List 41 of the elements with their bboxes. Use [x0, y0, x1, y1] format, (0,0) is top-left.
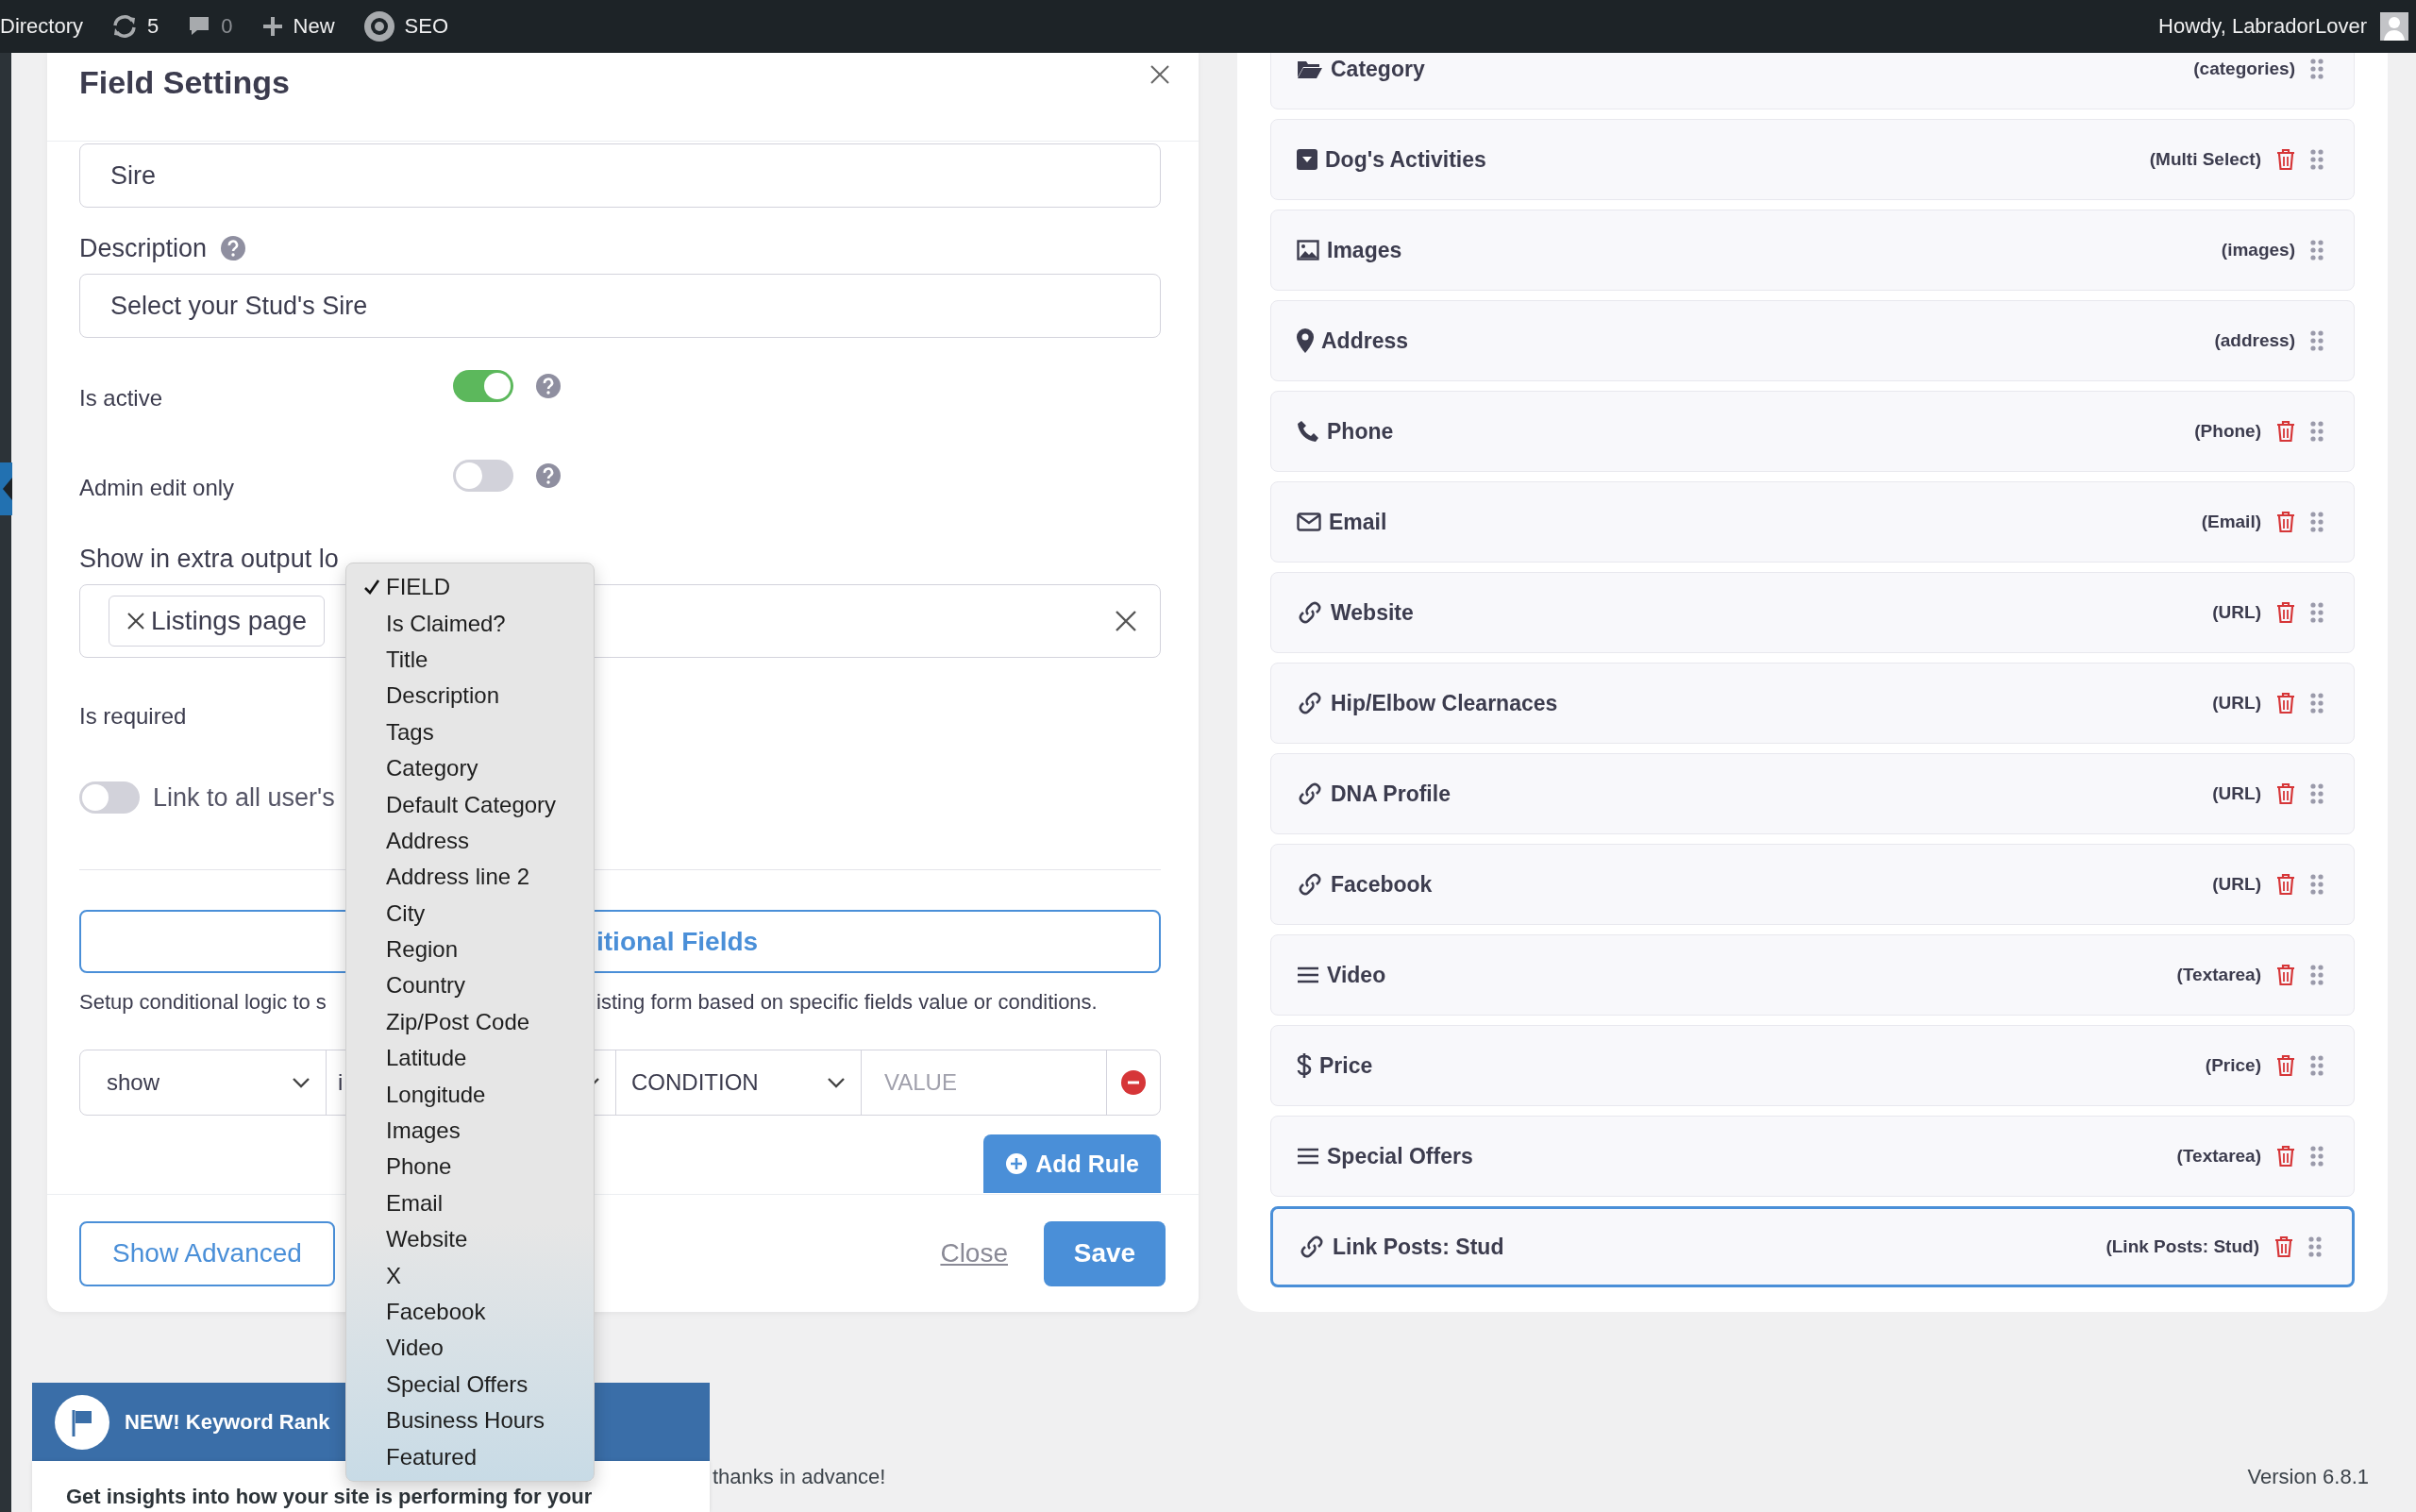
field-name: Address	[1321, 328, 1409, 354]
field-type: (address)	[2214, 330, 2295, 351]
notice-title: NEW! Keyword Rank	[125, 1409, 330, 1435]
field-type: (Textarea)	[2176, 965, 2261, 985]
field-type: (URL)	[2212, 693, 2261, 714]
field-type: (Textarea)	[2176, 1146, 2261, 1167]
field-type: (Email)	[2201, 512, 2261, 532]
version-text: Version 6.8.1	[2247, 1465, 2369, 1489]
field-type: (categories)	[2193, 59, 2295, 79]
field-name: Phone	[1327, 418, 1394, 445]
field-label: Description	[79, 233, 208, 263]
field-name: Special Offers	[1327, 1143, 1473, 1169]
field-name: Website	[1331, 599, 1414, 626]
field-type: (URL)	[2212, 874, 2261, 895]
setting-label: Admin edit only	[79, 474, 236, 501]
field-type: (Link Posts: Stud)	[2106, 1236, 2259, 1257]
field-type: (URL)	[2212, 783, 2261, 804]
field-type: (Phone)	[2194, 421, 2261, 442]
field-name: Facebook	[1331, 871, 1433, 898]
field-name: Video	[1327, 962, 1386, 988]
toggle-label: Link to all user's	[153, 782, 335, 813]
footer-text: thanks in advance!	[713, 1465, 886, 1489]
field-label: Show in extra output lo	[79, 544, 339, 574]
field-name: Images	[1327, 237, 1402, 263]
help-text: Setup conditional logic to s	[79, 990, 327, 1015]
field-type: (Price)	[2205, 1055, 2261, 1076]
field-name: Link Posts: Stud	[1333, 1234, 1504, 1260]
setting-label: Is active	[79, 384, 164, 412]
field-name: Dog's Activities	[1325, 146, 1486, 173]
field-type: (URL)	[2212, 602, 2261, 623]
notice-text: Get insights into how your site is performing for your	[66, 1485, 593, 1508]
help-text: isting form based on specific fields value or conditions.	[596, 990, 1098, 1015]
field-name: Hip/Elbow Clearnaces	[1331, 690, 1558, 716]
dialog-title: Field Settings	[79, 64, 290, 101]
field-type: (images)	[2221, 240, 2295, 260]
field-name: Category	[1331, 56, 1425, 82]
setting-label: Is required	[79, 703, 187, 731]
field-name: Price	[1319, 1052, 1373, 1079]
field-name: Email	[1329, 509, 1387, 535]
field-type: (Multi Select)	[2149, 149, 2261, 170]
field-name: DNA Profile	[1331, 781, 1451, 807]
